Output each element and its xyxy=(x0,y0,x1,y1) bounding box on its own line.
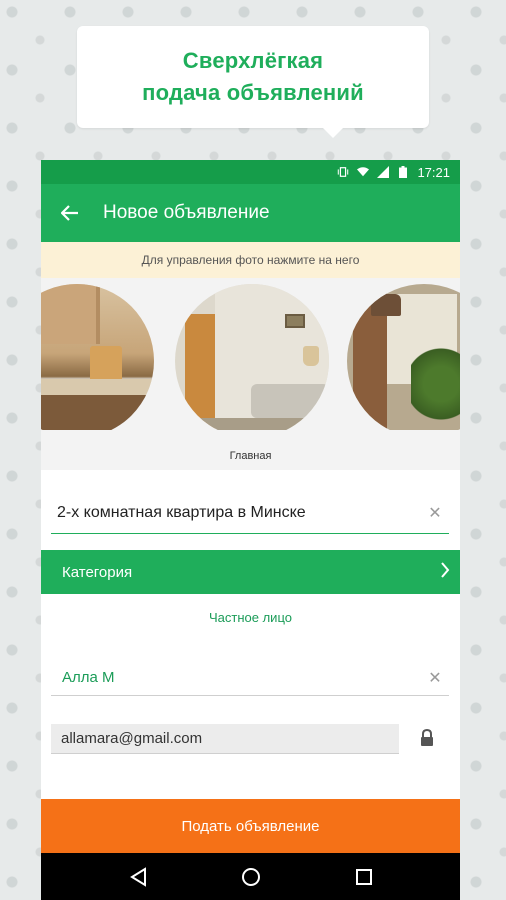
kitchen-photo[interactable] xyxy=(41,284,154,430)
name-field[interactable]: Алла М ✕ xyxy=(51,660,449,696)
email-value: allamara@gmail.com xyxy=(61,730,203,747)
promo-line-2: подача объявлений xyxy=(142,80,364,105)
home-circle-icon[interactable] xyxy=(237,863,265,891)
submit-button[interactable]: Подать объявление xyxy=(41,799,460,853)
phone-screen: 17:21 Новое объявление Для управления фо… xyxy=(41,160,460,900)
recents-square-icon[interactable] xyxy=(350,863,378,891)
battery-icon xyxy=(397,166,409,178)
main-photo-label: Главная xyxy=(229,450,272,462)
clear-icon[interactable]: ✕ xyxy=(421,503,449,523)
contact-section: Частное лицо Алла М ✕ allamara@gmail.com xyxy=(41,594,460,799)
category-button[interactable]: Категория xyxy=(41,550,460,594)
photo-carousel[interactable] xyxy=(41,278,460,430)
title-field[interactable]: 2-х комнатная квартира в Минске ✕ xyxy=(51,492,449,534)
clear-name-icon[interactable]: ✕ xyxy=(421,668,449,688)
promo-bubble: Сверхлёгкая подача объявлений xyxy=(77,26,429,138)
title-input[interactable]: 2-х комнатная квартира в Минске xyxy=(51,504,421,522)
living-room-photo[interactable] xyxy=(175,284,329,430)
arrow-left-icon[interactable] xyxy=(41,184,99,242)
category-label: Категория xyxy=(62,563,133,581)
chevron-right-icon xyxy=(440,561,450,583)
photo-hint: Для управления фото нажмите на него xyxy=(41,242,460,278)
bedroom-photo[interactable] xyxy=(347,284,460,430)
page-title: Новое объявление xyxy=(103,202,270,223)
toolbar: Новое объявление xyxy=(41,184,460,242)
promo-line-1: Сверхлёгкая xyxy=(182,48,324,73)
email-field: allamara@gmail.com xyxy=(51,724,399,754)
lock-icon xyxy=(419,728,435,747)
status-bar: 17:21 xyxy=(41,160,460,184)
vibrate-icon xyxy=(337,166,349,178)
wifi-icon xyxy=(357,166,370,178)
signal-icon xyxy=(377,166,390,178)
status-time: 17:21 xyxy=(417,164,450,180)
navigation-bar xyxy=(41,853,460,900)
private-person-link[interactable]: Частное лицо xyxy=(41,610,460,625)
name-input[interactable]: Алла М xyxy=(51,669,421,686)
title-section: 2-х комнатная квартира в Минске ✕ xyxy=(41,470,460,550)
back-triangle-icon[interactable] xyxy=(124,863,152,891)
